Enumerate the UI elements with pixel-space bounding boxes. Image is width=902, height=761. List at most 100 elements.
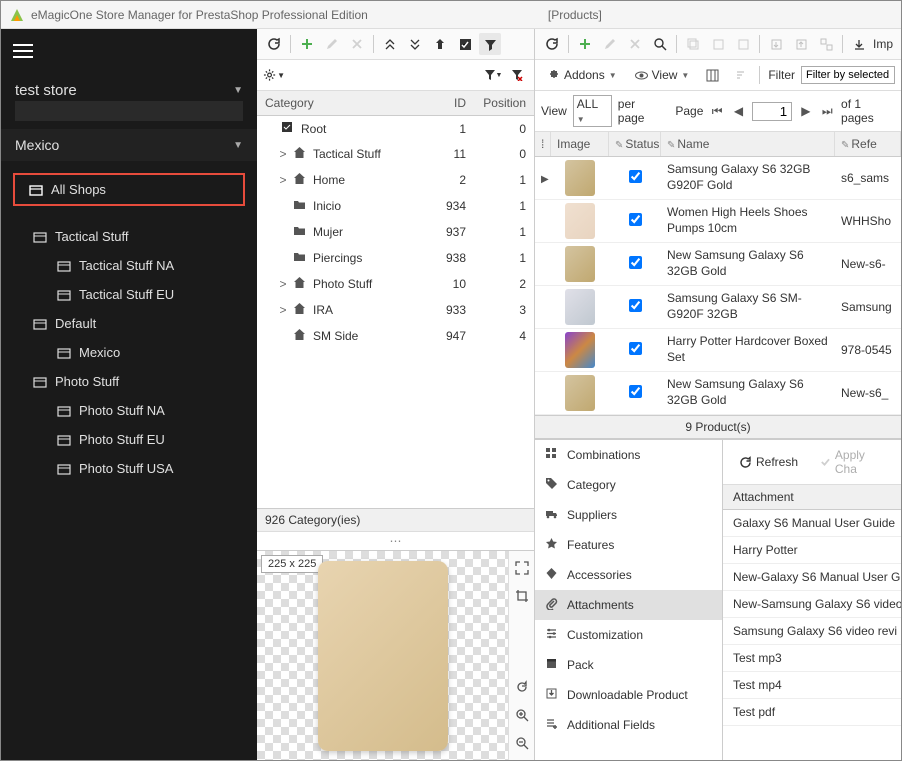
attachment-row[interactable]: Test mp3 — [723, 645, 901, 672]
row-selector[interactable]: ▶ — [535, 168, 551, 188]
sidebar-item[interactable]: Default — [1, 309, 257, 338]
attachment-row[interactable]: New-Samsung Galaxy S6 video — [723, 591, 901, 618]
country-selector[interactable]: Mexico ▼ — [1, 129, 257, 161]
store-selector[interactable]: test store ▼ — [1, 76, 257, 101]
category-row[interactable]: Inicio9341 — [257, 193, 534, 219]
fullscreen-button[interactable] — [511, 557, 533, 579]
tab-category[interactable]: Category — [535, 470, 722, 500]
tab-pack[interactable]: Pack — [535, 650, 722, 680]
product-status[interactable] — [609, 167, 661, 189]
move-up-button[interactable] — [429, 33, 451, 55]
page-input[interactable] — [752, 102, 792, 121]
add-button[interactable] — [574, 33, 596, 55]
product-status[interactable] — [609, 339, 661, 361]
settings-button[interactable]: ▼ — [263, 64, 285, 86]
row-selector[interactable] — [535, 304, 551, 310]
sidebar-item[interactable]: Mexico — [1, 338, 257, 367]
expand-button[interactable] — [379, 33, 401, 55]
delete-button[interactable] — [624, 33, 646, 55]
tab-combinations[interactable]: Combinations — [535, 440, 722, 470]
refresh-button[interactable] — [541, 33, 563, 55]
tab-attachments[interactable]: Attachments — [535, 590, 722, 620]
edit-button[interactable] — [599, 33, 621, 55]
import-button[interactable] — [790, 33, 812, 55]
category-row[interactable]: Mujer9371 — [257, 219, 534, 245]
refresh-button[interactable] — [263, 33, 285, 55]
sidebar-item-all-shops[interactable]: All Shops — [15, 175, 243, 204]
attachment-row[interactable]: Samsung Galaxy S6 video revi — [723, 618, 901, 645]
zoom-out-button[interactable] — [511, 732, 533, 754]
attachments-header[interactable]: Attachment — [723, 485, 901, 510]
attachment-row[interactable]: New-Galaxy S6 Manual User G — [723, 564, 901, 591]
attachment-row[interactable]: Test mp4 — [723, 672, 901, 699]
product-row[interactable]: Harry Potter Hardcover Boxed Set978-0545 — [535, 329, 901, 372]
col-position[interactable]: Position — [466, 96, 526, 110]
product-row[interactable]: Samsung Galaxy S6 SM-G920F 32GBSamsung — [535, 286, 901, 329]
view-dropdown[interactable]: View▼ — [629, 66, 696, 84]
columns-button[interactable] — [701, 64, 723, 86]
row-selector[interactable] — [535, 390, 551, 396]
category-row[interactable]: Piercings9381 — [257, 245, 534, 271]
expand-icon[interactable]: > — [277, 173, 289, 187]
expand-icon[interactable]: > — [277, 303, 289, 317]
filter-funnel-button[interactable]: ▼ — [482, 64, 504, 86]
toggle-button[interactable] — [454, 33, 476, 55]
sort-button[interactable] — [729, 64, 751, 86]
row-selector[interactable] — [535, 218, 551, 224]
copy-button[interactable] — [682, 33, 704, 55]
crop-button[interactable] — [511, 585, 533, 607]
import-label[interactable]: Imp — [873, 37, 893, 51]
clone-button[interactable] — [707, 33, 729, 55]
expand-icon[interactable]: > — [277, 147, 289, 161]
addons-dropdown[interactable]: Addons▼ — [541, 66, 623, 84]
row-selector[interactable] — [535, 261, 551, 267]
delete-button[interactable] — [346, 33, 368, 55]
col-status[interactable]: ✎Status — [609, 132, 661, 156]
sidebar-item[interactable]: Photo Stuff EU — [1, 425, 257, 454]
prev-page-button[interactable]: ◀ — [731, 103, 746, 119]
product-status[interactable] — [609, 296, 661, 318]
product-status[interactable] — [609, 253, 661, 275]
category-row[interactable]: SM Side9474 — [257, 323, 534, 349]
sidebar-item[interactable]: Tactical Stuff EU — [1, 280, 257, 309]
expand-icon[interactable]: > — [277, 277, 289, 291]
product-row[interactable]: New Samsung Galaxy S6 32GB GoldNew-s6- — [535, 243, 901, 286]
col-category[interactable]: Category — [265, 96, 416, 110]
category-row[interactable]: >Photo Stuff102 — [257, 271, 534, 297]
col-image[interactable]: Image — [551, 132, 609, 156]
bulk-button[interactable] — [815, 33, 837, 55]
category-row[interactable]: >IRA9333 — [257, 297, 534, 323]
category-row-root[interactable]: Root 1 0 — [257, 116, 534, 141]
sidebar-item[interactable]: Tactical Stuff NA — [1, 251, 257, 280]
export-button[interactable] — [765, 33, 787, 55]
tab-customization[interactable]: Customization — [535, 620, 722, 650]
rotate-button[interactable] — [511, 676, 533, 698]
col-name[interactable]: ✎Name — [661, 132, 835, 156]
col-reference[interactable]: ✎Refe — [835, 132, 901, 156]
import-icon[interactable] — [848, 33, 870, 55]
category-row[interactable]: >Home21 — [257, 167, 534, 193]
zoom-in-button[interactable] — [511, 704, 533, 726]
product-status[interactable] — [609, 210, 661, 232]
per-page-select[interactable]: ALL ▼ — [573, 95, 612, 127]
menu-button[interactable] — [1, 29, 257, 76]
row-selector[interactable] — [535, 347, 551, 353]
edit-button[interactable] — [321, 33, 343, 55]
col-selector[interactable]: ⁞ — [535, 132, 551, 156]
filter-button[interactable] — [479, 33, 501, 55]
first-page-button[interactable]: ⏮ — [709, 103, 724, 119]
product-row[interactable]: New Samsung Galaxy S6 32GB GoldNew-s6_ — [535, 372, 901, 415]
tab-accessories[interactable]: Accessories — [535, 560, 722, 590]
collapse-button[interactable] — [404, 33, 426, 55]
sidebar-item[interactable]: Tactical Stuff — [1, 222, 257, 251]
filter-input[interactable] — [801, 66, 895, 84]
product-row[interactable]: ▶Samsung Galaxy S6 32GB G920F Golds6_sam… — [535, 157, 901, 200]
sidebar-item[interactable]: Photo Stuff USA — [1, 454, 257, 483]
product-status[interactable] — [609, 382, 661, 404]
last-page-button[interactable]: ⏭ — [820, 103, 835, 119]
category-row[interactable]: >Tactical Stuff110 — [257, 141, 534, 167]
attachment-row[interactable]: Galaxy S6 Manual User Guide — [723, 510, 901, 537]
col-id[interactable]: ID — [416, 96, 466, 110]
search-button[interactable] — [649, 33, 671, 55]
attachment-row[interactable]: Harry Potter — [723, 537, 901, 564]
